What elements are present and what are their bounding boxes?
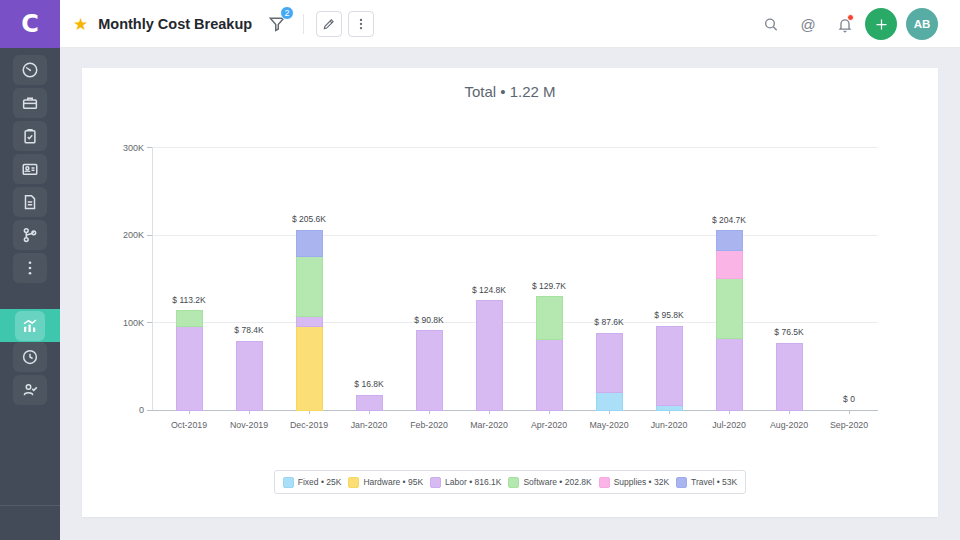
contact-card-icon <box>21 160 39 178</box>
svg-text:Aug-2020: Aug-2020 <box>770 420 808 430</box>
legend-swatch <box>348 477 359 488</box>
svg-text:300K: 300K <box>123 143 144 153</box>
legend-label: Supplies • 32K <box>614 477 669 487</box>
plus-icon <box>874 17 889 32</box>
content-area: Total • 1.22 M 0100K200K300KOct-2019$ 11… <box>60 48 960 540</box>
sidebar-item-workflow[interactable] <box>13 220 47 250</box>
legend-label: Travel • 53K <box>691 477 737 487</box>
branch-icon <box>21 226 39 244</box>
legend-swatch <box>599 477 610 488</box>
sidebar-item-approvals[interactable] <box>13 375 47 405</box>
sidebar-item-timesheet[interactable] <box>13 342 47 372</box>
sidebar: C <box>0 0 60 540</box>
svg-text:Jun-2020: Jun-2020 <box>651 420 688 430</box>
sidebar-item-portfolio[interactable] <box>13 88 47 118</box>
page-title: Monthly Cost Breakup <box>98 16 252 32</box>
svg-text:$ 113.2K: $ 113.2K <box>172 295 206 305</box>
legend-label: Fixed • 25K <box>298 477 342 487</box>
legend-label: Software • 202.8K <box>523 477 591 487</box>
create-new-button[interactable] <box>865 8 897 40</box>
toolbar-divider <box>303 14 304 34</box>
legend-swatch <box>283 477 294 488</box>
svg-text:Jul-2020: Jul-2020 <box>712 420 746 430</box>
svg-text:Nov-2019: Nov-2019 <box>230 420 268 430</box>
svg-text:$ 78.4K: $ 78.4K <box>234 325 264 335</box>
legend-item-fixed[interactable]: Fixed • 25K <box>283 477 342 488</box>
logo-glyph: C <box>21 10 39 38</box>
sidebar-item-charts-active[interactable] <box>0 309 60 342</box>
sidebar-item-dashboard[interactable] <box>13 55 47 85</box>
svg-text:Mar-2020: Mar-2020 <box>470 420 508 430</box>
document-icon <box>21 193 39 211</box>
svg-text:Sep-2020: Sep-2020 <box>830 420 868 430</box>
legend-item-software[interactable]: Software • 202.8K <box>508 477 591 488</box>
topbar: ★ Monthly Cost Breakup 2 @ AB <box>60 0 960 48</box>
clipboard-check-icon <box>21 127 39 145</box>
legend-item-supplies[interactable]: Supplies • 32K <box>599 477 669 488</box>
filter-count-badge: 2 <box>280 6 294 20</box>
svg-text:$ 124.8K: $ 124.8K <box>472 285 506 295</box>
sidebar-item-contacts[interactable] <box>13 154 47 184</box>
edit-button[interactable] <box>316 11 342 37</box>
search-icon <box>763 16 779 33</box>
at-icon: @ <box>800 16 815 33</box>
sidebar-divider <box>0 505 60 506</box>
bar-chart-icon <box>21 317 39 335</box>
legend-swatch <box>430 477 441 488</box>
svg-text:May-2020: May-2020 <box>589 420 628 430</box>
svg-text:0: 0 <box>139 405 144 415</box>
search-button[interactable] <box>763 16 779 33</box>
sidebar-item-more[interactable] <box>13 253 47 283</box>
sidebar-item-documents[interactable] <box>13 187 47 217</box>
svg-text:$ 16.8K: $ 16.8K <box>354 379 384 389</box>
legend-label: Hardware • 95K <box>363 477 423 487</box>
legend-label: Labor • 816.1K <box>445 477 501 487</box>
legend-item-labor[interactable]: Labor • 816.1K <box>430 477 501 488</box>
dashboard-gauge-icon <box>21 61 39 79</box>
svg-text:$ 205.6K: $ 205.6K <box>292 214 326 224</box>
kebab-menu-icon <box>21 259 39 277</box>
svg-text:Jan-2020: Jan-2020 <box>351 420 388 430</box>
sidebar-item-tasks[interactable] <box>13 121 47 151</box>
stacked-bar-chart[interactable]: 0 100K 200K 300K Oct-2019 $ 113.2K Nov-2019 $ 7… <box>82 68 938 517</box>
svg-text:$ 0: $ 0 <box>843 394 855 404</box>
svg-text:$ 90.8K: $ 90.8K <box>414 315 444 325</box>
avatar[interactable]: AB <box>906 8 938 40</box>
person-check-icon <box>21 381 39 399</box>
svg-text:$ 129.7K: $ 129.7K <box>532 281 566 291</box>
clock-icon <box>21 348 39 366</box>
filter-button[interactable]: 2 <box>267 13 287 35</box>
svg-text:$ 76.5K: $ 76.5K <box>774 327 804 337</box>
favorite-star-icon[interactable]: ★ <box>73 14 88 35</box>
pencil-icon <box>322 17 336 31</box>
svg-text:$ 95.8K: $ 95.8K <box>654 310 684 320</box>
svg-text:$ 204.7K: $ 204.7K <box>712 215 746 225</box>
legend-item-hardware[interactable]: Hardware • 95K <box>348 477 423 488</box>
legend-swatch <box>508 477 519 488</box>
briefcase-icon <box>21 94 39 112</box>
svg-text:200K: 200K <box>123 230 144 240</box>
notifications-button[interactable] <box>837 16 853 33</box>
kebab-menu-icon <box>354 17 368 31</box>
chart-card: Total • 1.22 M 0100K200K300KOct-2019$ 11… <box>82 68 938 517</box>
chart-legend: Fixed • 25K Hardware • 95K Labor • 816.1K S… <box>274 470 746 494</box>
more-options-button[interactable] <box>348 11 374 37</box>
svg-text:Feb-2020: Feb-2020 <box>410 420 448 430</box>
notification-dot <box>847 14 854 21</box>
legend-item-travel[interactable]: Travel • 53K <box>676 477 737 488</box>
mentions-button[interactable]: @ <box>800 16 816 33</box>
avatar-initials: AB <box>914 18 931 30</box>
legend-swatch <box>676 477 687 488</box>
app-logo[interactable]: C <box>0 0 60 48</box>
svg-text:100K: 100K <box>123 318 144 328</box>
svg-text:Apr-2020: Apr-2020 <box>531 420 567 430</box>
svg-text:Dec-2019: Dec-2019 <box>290 420 328 430</box>
svg-text:$ 87.6K: $ 87.6K <box>594 317 624 327</box>
svg-text:Oct-2019: Oct-2019 <box>171 420 207 430</box>
